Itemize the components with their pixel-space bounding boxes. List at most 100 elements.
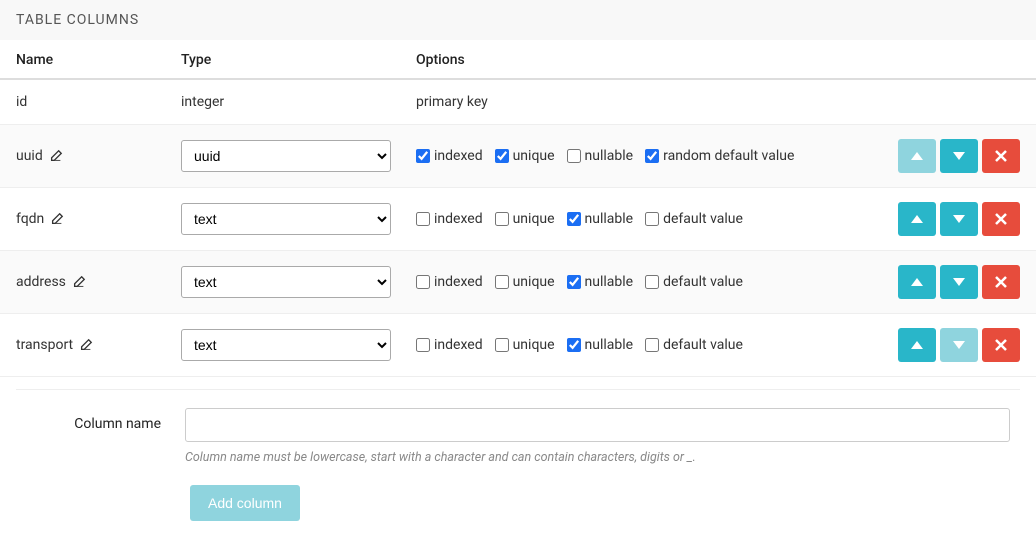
unique-label: unique: [513, 274, 555, 290]
column-name-input[interactable]: [185, 408, 1010, 442]
chevron-up-icon: [911, 278, 923, 286]
indexed-checkbox[interactable]: [416, 149, 430, 163]
chevron-down-icon: [953, 341, 965, 349]
default-option[interactable]: default value: [645, 211, 743, 227]
default-label: random default value: [663, 148, 794, 164]
indexed-option[interactable]: indexed: [416, 211, 483, 227]
unique-checkbox[interactable]: [495, 149, 509, 163]
columns-table: Name Type Options idintegerprimary keyuu…: [0, 40, 1036, 377]
chevron-up-icon: [911, 152, 923, 160]
nullable-label: nullable: [585, 211, 634, 227]
table-row: fqdn uuidtextintegerboolean indexed unique n…: [0, 188, 1036, 251]
header-options: Options: [400, 40, 1036, 79]
table-row: uuid uuidtextintegerboolean indexed unique n…: [0, 125, 1036, 188]
chevron-down-icon: [953, 215, 965, 223]
nullable-checkbox[interactable]: [567, 275, 581, 289]
indexed-label: indexed: [434, 337, 483, 353]
header-name: Name: [0, 40, 165, 79]
indexed-checkbox[interactable]: [416, 338, 430, 352]
edit-icon[interactable]: [49, 149, 63, 163]
header-type: Type: [165, 40, 400, 79]
column-name: uuid: [16, 148, 43, 164]
default-option[interactable]: default value: [645, 274, 743, 290]
close-icon: [995, 276, 1007, 288]
move-down-button[interactable]: [940, 139, 978, 173]
move-up-button: [898, 139, 936, 173]
move-down-button: [940, 328, 978, 362]
edit-icon[interactable]: [79, 338, 93, 352]
nullable-option[interactable]: nullable: [567, 148, 634, 164]
delete-button[interactable]: [982, 202, 1020, 236]
move-up-button[interactable]: [898, 265, 936, 299]
type-select[interactable]: uuidtextintegerboolean: [181, 329, 391, 361]
nullable-option[interactable]: nullable: [567, 337, 634, 353]
chevron-up-icon: [911, 215, 923, 223]
unique-option[interactable]: unique: [495, 211, 555, 227]
nullable-label: nullable: [585, 274, 634, 290]
indexed-option[interactable]: indexed: [416, 337, 483, 353]
indexed-label: indexed: [434, 274, 483, 290]
delete-button[interactable]: [982, 265, 1020, 299]
table-row: address uuidtextintegerboolean indexed uniq…: [0, 251, 1036, 314]
edit-icon[interactable]: [72, 275, 86, 289]
type-select[interactable]: uuidtextintegerboolean: [181, 266, 391, 298]
indexed-option[interactable]: indexed: [416, 274, 483, 290]
section-title: TABLE COLUMNS: [0, 0, 1036, 40]
default-label: default value: [663, 211, 743, 227]
unique-checkbox[interactable]: [495, 275, 509, 289]
default-checkbox[interactable]: [645, 275, 659, 289]
delete-button[interactable]: [982, 139, 1020, 173]
indexed-label: indexed: [434, 148, 483, 164]
unique-option[interactable]: unique: [495, 337, 555, 353]
nullable-option[interactable]: nullable: [567, 274, 634, 290]
default-checkbox[interactable]: [645, 212, 659, 226]
chevron-up-icon: [911, 341, 923, 349]
unique-option[interactable]: unique: [495, 274, 555, 290]
indexed-checkbox[interactable]: [416, 275, 430, 289]
default-checkbox[interactable]: [645, 149, 659, 163]
column-options: primary key: [400, 79, 1036, 125]
type-select[interactable]: uuidtextintegerboolean: [181, 203, 391, 235]
column-name: address: [16, 274, 66, 290]
edit-icon[interactable]: [50, 212, 64, 226]
move-up-button[interactable]: [898, 328, 936, 362]
default-label: default value: [663, 274, 743, 290]
move-down-button[interactable]: [940, 265, 978, 299]
unique-label: unique: [513, 148, 555, 164]
close-icon: [995, 150, 1007, 162]
indexed-option[interactable]: indexed: [416, 148, 483, 164]
type-select[interactable]: uuidtextintegerboolean: [181, 140, 391, 172]
column-name: transport: [16, 337, 73, 353]
close-icon: [995, 213, 1007, 225]
default-checkbox[interactable]: [645, 338, 659, 352]
column-name-help: Column name must be lowercase, start wit…: [185, 450, 1010, 465]
move-down-button[interactable]: [940, 202, 978, 236]
unique-label: unique: [513, 211, 555, 227]
column-name-label: Column name: [16, 408, 161, 432]
move-up-button[interactable]: [898, 202, 936, 236]
unique-label: unique: [513, 337, 555, 353]
indexed-checkbox[interactable]: [416, 212, 430, 226]
unique-checkbox[interactable]: [495, 212, 509, 226]
table-row: idintegerprimary key: [0, 79, 1036, 125]
delete-button[interactable]: [982, 328, 1020, 362]
nullable-checkbox[interactable]: [567, 338, 581, 352]
nullable-checkbox[interactable]: [567, 212, 581, 226]
chevron-down-icon: [953, 152, 965, 160]
column-type: integer: [165, 79, 400, 125]
nullable-label: nullable: [585, 337, 634, 353]
nullable-checkbox[interactable]: [567, 149, 581, 163]
close-icon: [995, 339, 1007, 351]
column-name: fqdn: [16, 211, 44, 227]
default-option[interactable]: default value: [645, 337, 743, 353]
indexed-label: indexed: [434, 211, 483, 227]
nullable-label: nullable: [585, 148, 634, 164]
chevron-down-icon: [953, 278, 965, 286]
unique-checkbox[interactable]: [495, 338, 509, 352]
add-column-button[interactable]: Add column: [190, 485, 300, 521]
unique-option[interactable]: unique: [495, 148, 555, 164]
column-name: id: [0, 79, 165, 125]
nullable-option[interactable]: nullable: [567, 211, 634, 227]
default-option[interactable]: random default value: [645, 148, 794, 164]
default-label: default value: [663, 337, 743, 353]
